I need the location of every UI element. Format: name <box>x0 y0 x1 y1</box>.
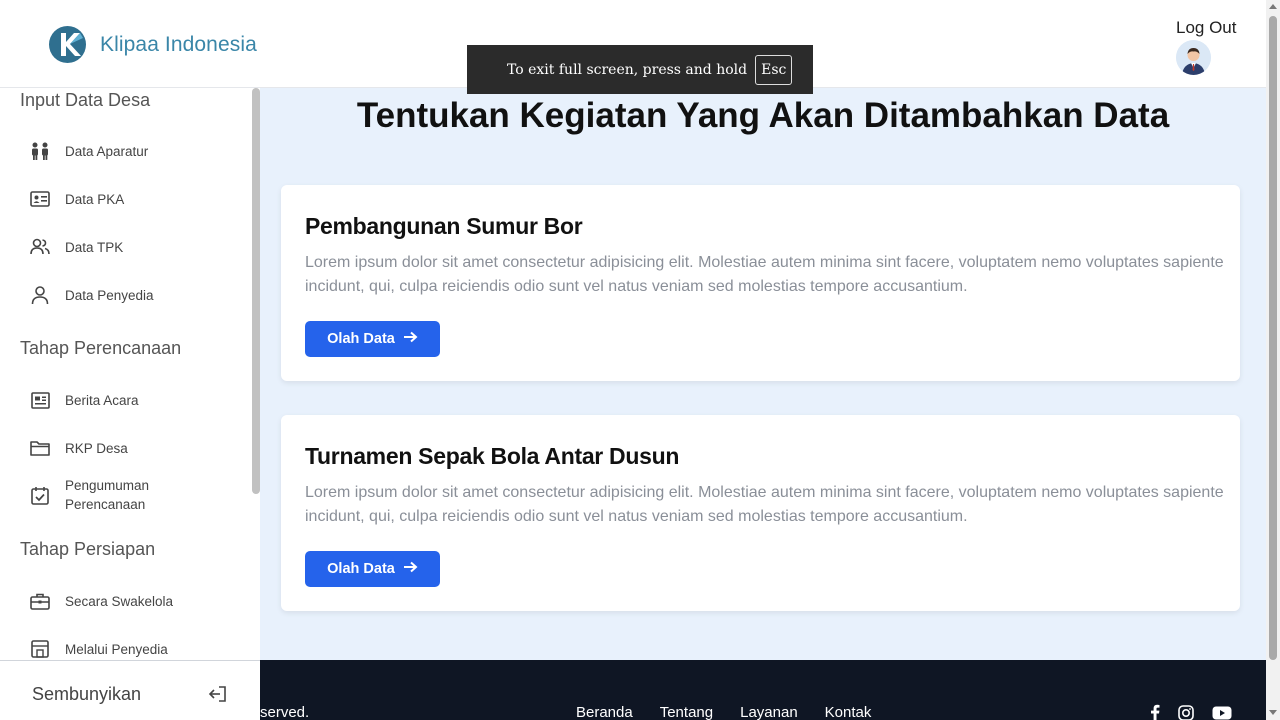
sidebar-item-secara-swakelola[interactable]: Secara Swakelola <box>29 590 244 612</box>
sidebar-hide-button[interactable]: Sembunyikan <box>0 660 260 720</box>
logout-arrow-icon <box>208 685 228 708</box>
sidebar-item-melalui-penyedia[interactable]: Melalui Penyedia <box>29 638 244 660</box>
sidebar-item-label: Melalui Penyedia <box>65 641 168 657</box>
footer-link-tentang[interactable]: Tentang <box>660 704 713 720</box>
sidebar-item-berita-acara[interactable]: Berita Acara <box>29 389 244 411</box>
youtube-icon[interactable] <box>1212 706 1232 720</box>
brand-name: Klipaa Indonesia <box>100 32 257 56</box>
activity-card: Pembangunan Sumur Bor Lorem ipsum dolor … <box>281 185 1240 381</box>
sidebar-item-label: Data TPK <box>65 239 124 255</box>
card-title: Turnamen Sepak Bola Antar Dusun <box>305 443 680 469</box>
footer-copyright: served. <box>260 704 310 720</box>
fullscreen-toast-message: To exit full screen, press and hold <box>507 61 748 78</box>
sidebar-item-data-tpk[interactable]: Data TPK <box>29 236 244 258</box>
facebook-icon[interactable] <box>1150 704 1160 720</box>
scroll-up-arrow-icon[interactable] <box>1269 4 1277 9</box>
hide-sidebar-label: Sembunyikan <box>32 684 142 704</box>
sidebar-item-pengumuman-perencanaan[interactable]: Pengumuman Perencanaan <box>29 476 244 514</box>
avatar[interactable] <box>1176 40 1211 75</box>
klipaa-logo-icon <box>49 26 86 63</box>
card-description: Lorem ipsum dolor sit amet consectetur a… <box>305 254 1224 295</box>
sidebar-item-label: Data Penyedia <box>65 287 154 303</box>
users-icon <box>29 236 51 258</box>
user-icon <box>29 284 51 306</box>
arrow-right-icon <box>403 561 418 577</box>
newspaper-icon <box>29 389 51 411</box>
fullscreen-exit-toast: To exit full screen, press and hold Esc <box>467 45 813 94</box>
footer-link-kontak[interactable]: Kontak <box>825 704 872 720</box>
page-scrollbar-thumb[interactable] <box>1269 16 1277 660</box>
esc-key-badge: Esc <box>755 54 793 85</box>
people-icon <box>29 140 51 162</box>
sidebar-item-label: RKP Desa <box>65 440 128 456</box>
page-title: Tentukan Kegiatan Yang Akan Ditambahkan … <box>356 96 1170 135</box>
brand[interactable]: Klipaa Indonesia <box>49 26 257 63</box>
button-label: Olah Data <box>327 331 395 347</box>
logout-link[interactable]: Log Out <box>1176 18 1237 38</box>
sidebar-item-data-pka[interactable]: Data PKA <box>29 188 244 210</box>
sidebar-item-data-penyedia[interactable]: Data Penyedia <box>29 284 244 306</box>
arrow-right-icon <box>403 331 418 347</box>
sidebar-group-input-data-desa: Input Data Desa <box>20 90 151 110</box>
footer-links: Beranda Tentang Layanan Kontak <box>576 704 898 720</box>
olah-data-button[interactable]: Olah Data <box>305 551 440 587</box>
user-avatar-icon <box>1176 40 1211 75</box>
footer: served. Beranda Tentang Layanan Kontak <box>260 660 1266 720</box>
store-icon <box>29 638 51 660</box>
sidebar-item-data-aparatur[interactable]: Data Aparatur <box>29 140 244 162</box>
id-card-icon <box>29 188 51 210</box>
calendar-check-icon <box>29 484 51 506</box>
sidebar: Input Data Desa Data Aparatur Data PKA D… <box>0 88 260 660</box>
sidebar-group-tahap-perencanaan: Tahap Perencanaan <box>20 338 182 358</box>
activity-card: Turnamen Sepak Bola Antar Dusun Lorem ip… <box>281 415 1240 611</box>
card-title: Pembangunan Sumur Bor <box>305 213 583 239</box>
sidebar-item-label: Data PKA <box>65 191 125 207</box>
sidebar-item-label: Data Aparatur <box>65 143 149 159</box>
olah-data-button[interactable]: Olah Data <box>305 321 440 357</box>
instagram-icon[interactable] <box>1178 704 1194 720</box>
footer-social <box>1150 704 1250 720</box>
sidebar-item-label: Pengumuman Perencanaan <box>65 478 150 512</box>
folder-icon <box>29 437 51 459</box>
sidebar-item-label: Secara Swakelola <box>65 593 174 609</box>
card-description: Lorem ipsum dolor sit amet consectetur a… <box>305 484 1224 525</box>
button-label: Olah Data <box>327 561 395 577</box>
briefcase-icon <box>29 590 51 612</box>
sidebar-item-label: Berita Acara <box>65 392 139 408</box>
sidebar-group-tahap-persiapan: Tahap Persiapan <box>20 539 156 559</box>
scroll-down-arrow-icon[interactable] <box>1269 710 1277 715</box>
footer-link-beranda[interactable]: Beranda <box>576 704 633 720</box>
sidebar-scrollbar[interactable] <box>252 88 260 494</box>
sidebar-item-rkp-desa[interactable]: RKP Desa <box>29 437 244 459</box>
page-scrollbar[interactable] <box>1266 0 1280 720</box>
footer-link-layanan[interactable]: Layanan <box>740 704 798 720</box>
